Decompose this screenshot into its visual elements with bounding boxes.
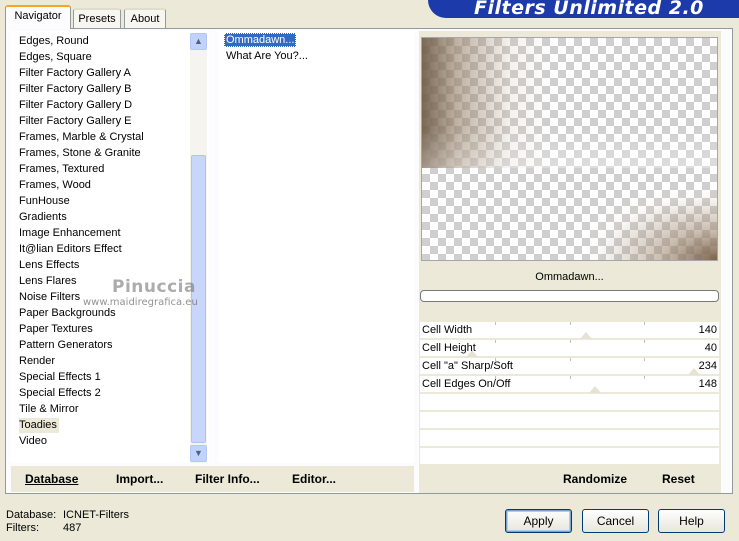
filter-info-button[interactable]: Filter Info... xyxy=(195,472,260,486)
category-item[interactable]: Paper Backgrounds xyxy=(19,306,118,321)
category-item[interactable]: Frames, Textured xyxy=(19,162,106,177)
scroll-up-button[interactable]: ▲ xyxy=(190,33,207,50)
app-title: Filters Unlimited 2.0 xyxy=(474,0,704,18)
category-item[interactable]: Filter Factory Gallery D xyxy=(19,98,134,113)
category-item[interactable]: Special Effects 1 xyxy=(19,370,103,385)
param-slider[interactable]: Cell Edges On/Off 148 xyxy=(420,376,719,393)
apply-button[interactable]: Apply xyxy=(505,509,572,533)
param-value: 40 xyxy=(704,342,717,354)
reset-button[interactable]: Reset xyxy=(662,472,695,486)
watermark-name: Pinuccia xyxy=(112,277,196,297)
right-action-bar: Randomize Reset xyxy=(420,466,719,492)
slider-tick xyxy=(570,358,571,361)
category-item[interactable]: Image Enhancement xyxy=(19,226,123,241)
param-row-empty xyxy=(420,430,719,447)
filters-count-value: 487 xyxy=(63,522,82,534)
param-row-empty xyxy=(420,412,719,429)
slider-tick xyxy=(644,358,645,361)
tab-about[interactable]: About xyxy=(124,8,166,28)
category-item[interactable]: It@lian Editors Effect xyxy=(19,242,124,257)
category-item[interactable]: Lens Effects xyxy=(19,258,81,273)
app-banner: Filters Unlimited 2.0 xyxy=(428,0,739,18)
param-value: 234 xyxy=(698,360,717,372)
param-label: Cell "a" Sharp/Soft xyxy=(422,360,513,372)
left-action-bar: Database Import... Filter Info... Editor… xyxy=(11,466,414,492)
slider-thumb[interactable] xyxy=(580,332,592,339)
category-item[interactable]: Edges, Round xyxy=(19,34,91,49)
tab-presets[interactable]: Presets xyxy=(73,8,121,28)
param-row-empty xyxy=(420,394,719,411)
preview-fade xyxy=(422,38,717,168)
category-item[interactable]: Frames, Wood xyxy=(19,178,93,193)
slider-tick xyxy=(570,322,571,325)
help-button[interactable]: Help xyxy=(658,509,725,533)
category-item[interactable]: FunHouse xyxy=(19,194,72,209)
category-item[interactable]: Render xyxy=(19,354,57,369)
watermark-site: www.maidiregrafica.eu xyxy=(83,297,198,308)
randomize-button[interactable]: Randomize xyxy=(563,472,627,486)
preview-gradient-corner xyxy=(587,190,717,260)
category-item[interactable]: Frames, Stone & Granite xyxy=(19,146,143,161)
slider-tick xyxy=(570,376,571,379)
category-item[interactable]: Special Effects 2 xyxy=(19,386,103,401)
preview-filter-name: Ommadawn... xyxy=(535,271,604,283)
cancel-button[interactable]: Cancel xyxy=(582,509,649,533)
import-button[interactable]: Import... xyxy=(116,472,163,486)
category-item[interactable]: Tile & Mirror xyxy=(19,402,80,417)
progress-bar xyxy=(420,290,719,302)
slider-tick xyxy=(570,340,571,343)
param-slider[interactable]: Cell Height 40 xyxy=(420,340,719,357)
slider-tick xyxy=(644,340,645,343)
category-item[interactable]: Frames, Marble & Crystal xyxy=(19,130,146,145)
scroll-down-button[interactable]: ▼ xyxy=(190,445,207,462)
filters-count-label: Filters: xyxy=(6,522,39,534)
category-item[interactable]: Filter Factory Gallery B xyxy=(19,82,133,97)
category-item[interactable]: Filter Factory Gallery E xyxy=(19,114,133,129)
tab-navigator[interactable]: Navigator xyxy=(5,5,71,29)
category-item[interactable]: Noise Filters xyxy=(19,290,82,305)
param-value: 140 xyxy=(698,324,717,336)
slider-tick xyxy=(495,322,496,325)
category-item[interactable]: Pattern Generators xyxy=(19,338,115,353)
category-item[interactable]: Video xyxy=(19,434,49,449)
category-item[interactable]: Edges, Square xyxy=(19,50,94,65)
param-label: Cell Edges On/Off xyxy=(422,378,511,390)
slider-tick xyxy=(644,322,645,325)
param-row-empty xyxy=(420,448,719,465)
filter-list[interactable]: Ommadawn... What Are You?... xyxy=(219,31,414,463)
category-item[interactable]: Lens Flares xyxy=(19,274,78,289)
slider-tick xyxy=(495,340,496,343)
editor-button[interactable]: Editor... xyxy=(292,472,336,486)
param-slider[interactable]: Cell Width 140 xyxy=(420,322,719,339)
category-item[interactable]: Paper Textures xyxy=(19,322,95,337)
preview-image xyxy=(421,37,718,261)
database-button[interactable]: Database xyxy=(25,472,78,486)
slider-tick xyxy=(644,376,645,379)
category-scrollbar[interactable]: ▲ ▼ xyxy=(190,33,207,463)
filter-item[interactable]: What Are You?... xyxy=(224,49,310,63)
category-item[interactable]: Gradients xyxy=(19,210,69,225)
tab-divider xyxy=(5,28,733,29)
slider-thumb[interactable] xyxy=(589,386,601,393)
param-slider[interactable]: Cell "a" Sharp/Soft 234 xyxy=(420,358,719,375)
param-label: Cell Width xyxy=(422,324,473,336)
database-value: ICNET-Filters xyxy=(63,509,129,521)
category-item[interactable]: Filter Factory Gallery A xyxy=(19,66,133,81)
param-label: Cell Height xyxy=(422,342,476,354)
category-item[interactable]: Toadies xyxy=(19,418,59,433)
param-value: 148 xyxy=(698,378,717,390)
category-list[interactable]: Edges, Round Edges, Square Filter Factory … xyxy=(11,31,209,463)
database-label: Database: xyxy=(6,509,57,521)
filter-item[interactable]: Ommadawn... xyxy=(224,33,297,47)
database-label: Database xyxy=(25,472,79,486)
